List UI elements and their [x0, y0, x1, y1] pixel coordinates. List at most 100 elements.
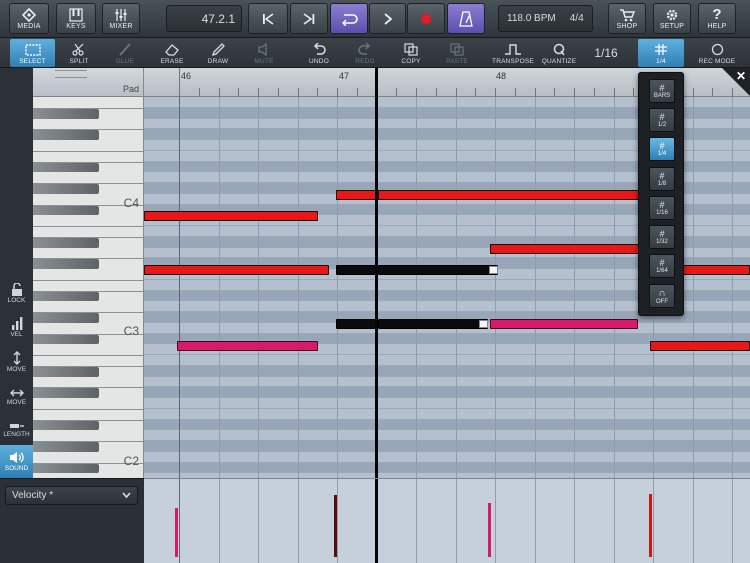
midi-note[interactable]	[490, 319, 638, 329]
scissors-icon	[72, 43, 84, 56]
piano-black-key[interactable]	[33, 463, 99, 474]
metronome-button[interactable]	[447, 3, 485, 34]
glue-tool[interactable]: GLUE	[105, 39, 145, 67]
move-horizontal-button[interactable]: MOVE	[0, 381, 33, 413]
midi-note[interactable]	[650, 341, 750, 351]
move-vertical-button[interactable]: MOVE	[0, 346, 33, 378]
sound-button[interactable]: SOUND	[0, 445, 33, 478]
rewind-start-button[interactable]	[248, 3, 288, 34]
help-button[interactable]: ? HELP	[698, 3, 736, 34]
piano-black-key[interactable]	[33, 420, 99, 431]
mixer-button[interactable]: MIXER	[102, 3, 140, 34]
erase-tool[interactable]: ERASE	[152, 39, 192, 67]
midi-note[interactable]	[144, 211, 318, 221]
resize-handle[interactable]	[479, 320, 488, 328]
media-label: MEDIA	[17, 22, 41, 30]
length-button[interactable]: LENGTH	[0, 415, 33, 445]
drag-handle-icon[interactable]	[55, 70, 87, 78]
piano-black-key[interactable]	[33, 366, 99, 377]
piano-black-key[interactable]	[33, 130, 99, 140]
lock-button[interactable]: LOCK	[0, 278, 33, 308]
resize-handle[interactable]	[489, 266, 498, 274]
piano-black-key[interactable]	[33, 184, 99, 194]
grid-option-thirty-second[interactable]: #1/32	[649, 225, 675, 249]
beat-line	[337, 97, 338, 478]
grid-option-half[interactable]: #1/2	[649, 108, 675, 132]
transpose-label: TRANSPOSE	[492, 58, 534, 65]
velocity-bar[interactable]	[334, 495, 337, 557]
paste-button[interactable]: PASTE	[438, 39, 476, 67]
grid-option-quarter[interactable]: #1/4	[649, 137, 675, 161]
piano-black-key[interactable]	[33, 334, 99, 345]
horizontal-arrows-icon	[9, 389, 24, 397]
grid-option-bars[interactable]: # BARS	[649, 79, 675, 103]
grid-option-sixteenth[interactable]: #1/16	[649, 196, 675, 220]
quantize-button[interactable]: QUANTIZE	[540, 39, 578, 67]
split-tool[interactable]: SPLIT	[60, 39, 98, 67]
piano-black-key[interactable]	[33, 259, 99, 269]
transpose-button[interactable]: TRANSPOSE	[490, 39, 536, 67]
grid-option-eighth[interactable]: #1/8	[649, 167, 675, 191]
velocity-bar[interactable]	[649, 494, 652, 557]
skip-forward-button[interactable]	[290, 3, 328, 34]
beat-line	[613, 97, 615, 478]
rec-mode-button[interactable]: REC MODE	[694, 39, 740, 67]
redo-button[interactable]: REDO	[346, 39, 384, 67]
piano-black-key[interactable]	[33, 205, 99, 216]
grid-button[interactable]: 1/4	[638, 39, 684, 67]
piano-black-key[interactable]	[33, 442, 99, 452]
keys-area[interactable]	[33, 97, 143, 478]
grid-option-sixty-fourth[interactable]: #1/64	[649, 254, 675, 278]
shop-label: SHOP	[616, 22, 638, 30]
piano-black-key[interactable]	[33, 388, 99, 398]
midi-note[interactable]	[378, 190, 640, 200]
midi-note-selected[interactable]	[336, 319, 376, 329]
piano-keyboard[interactable]: Pad C4 C3 C2	[33, 68, 144, 478]
copy-button[interactable]: COPY	[392, 39, 430, 67]
beat-line	[218, 479, 220, 563]
record-button[interactable]	[407, 3, 445, 34]
piano-black-key[interactable]	[33, 162, 99, 173]
select-tool[interactable]: SELECT	[10, 39, 55, 67]
velocity-bar[interactable]	[488, 503, 491, 557]
lane-selector-dropdown[interactable]: Velocity *	[5, 486, 138, 505]
vertical-arrows-icon	[13, 351, 20, 365]
velocity-bar[interactable]	[175, 508, 178, 557]
midi-note[interactable]	[336, 190, 376, 200]
beat-line	[495, 479, 496, 563]
piano-black-key[interactable]	[33, 108, 99, 119]
midi-note[interactable]	[682, 265, 750, 275]
velocity-tool-button[interactable]: VEL	[0, 312, 33, 342]
piano-black-key[interactable]	[33, 291, 99, 302]
quantize-value-selector[interactable]: 1/16	[586, 39, 626, 67]
piano-black-key[interactable]	[33, 237, 99, 248]
midi-note[interactable]	[177, 341, 318, 351]
grid-small-icon: #	[659, 83, 665, 93]
playhead[interactable]	[375, 68, 378, 478]
beat-line	[692, 97, 694, 478]
transport-bar: MEDIA KEYS MIXER 47.2.1 118.0 BPM 4/4 SH…	[0, 0, 750, 38]
copy-icon	[404, 43, 418, 56]
shop-button[interactable]: SHOP	[608, 3, 646, 34]
play-button[interactable]	[369, 3, 406, 34]
media-button[interactable]: MEDIA	[9, 3, 49, 34]
midi-note[interactable]	[144, 265, 329, 275]
grid-option-off[interactable]: ∩ OFF	[649, 284, 675, 308]
midi-note-selected[interactable]	[336, 265, 376, 275]
tempo-display[interactable]: 118.0 BPM 4/4	[498, 5, 593, 32]
position-display[interactable]: 47.2.1	[166, 5, 242, 32]
velocity-lane[interactable]	[144, 478, 750, 563]
beat-line	[416, 479, 417, 563]
mute-tool[interactable]: MUTE	[244, 39, 284, 67]
undo-button[interactable]: UNDO	[300, 39, 338, 67]
midi-note-selected[interactable]	[378, 319, 488, 329]
draw-tool[interactable]: DRAW	[199, 39, 237, 67]
piano-black-key[interactable]	[33, 313, 99, 323]
beat-line	[179, 97, 180, 478]
midi-note[interactable]	[490, 244, 640, 254]
length-icon	[9, 424, 24, 428]
loop-button[interactable]	[330, 3, 368, 34]
keys-button[interactable]: KEYS	[56, 3, 96, 34]
setup-button[interactable]: SETUP	[653, 3, 691, 34]
midi-note-selected[interactable]	[378, 265, 498, 275]
